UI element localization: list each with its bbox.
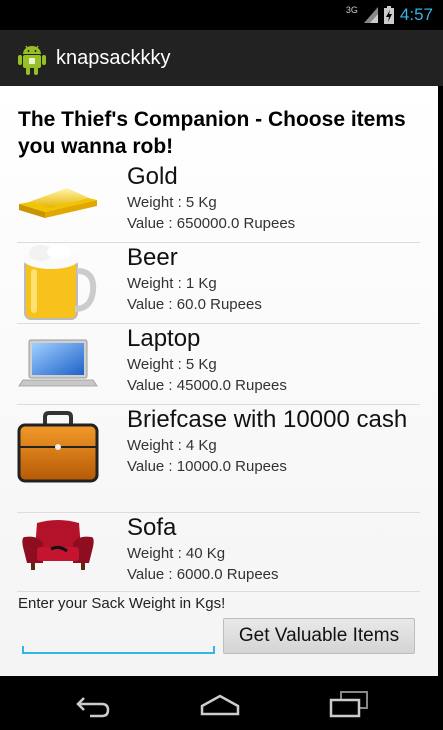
item-info: Sofa Weight : 40 Kg Value : 6000.0 Rupee… [127, 513, 412, 585]
app-title: knapsackkky [56, 47, 171, 69]
home-icon[interactable] [198, 690, 242, 718]
list-item-beer[interactable]: Beer Weight : 1 Kg Value : 60.0 Rupees [0, 243, 420, 324]
laptop-icon [18, 339, 98, 387]
item-name: Sofa [127, 514, 177, 541]
sack-weight-input[interactable] [22, 616, 218, 654]
page-heading: The Thief's Companion - Choose items you… [18, 108, 406, 158]
item-weight: Weight : 5 Kg [127, 194, 217, 211]
item-info: Briefcase with 10000 cash Weight : 4 Kg … [127, 405, 412, 477]
list-item-briefcase[interactable]: Briefcase with 10000 cash Weight : 4 Kg … [0, 405, 420, 513]
list-item-gold[interactable]: Gold Weight : 5 Kg Value : 650000.0 Rupe… [0, 162, 420, 243]
status-bar: 3G 4:57 [0, 0, 443, 30]
back-icon[interactable] [68, 690, 112, 718]
list-item-sofa[interactable]: Sofa Weight : 40 Kg Value : 6000.0 Rupee… [0, 513, 420, 592]
item-name: Briefcase with 10000 cash [127, 406, 408, 433]
item-value: Value : 60.0 Rupees [127, 296, 262, 313]
input-underline [22, 652, 215, 654]
gold-bar-icon [19, 188, 97, 218]
navigation-bar [0, 676, 443, 730]
android-robot-icon[interactable] [16, 42, 48, 76]
input-underline-tick [213, 646, 215, 652]
screen-edge [438, 86, 443, 676]
item-name: Beer [127, 244, 178, 271]
signal-icon [363, 7, 378, 23]
briefcase-icon [17, 411, 99, 483]
item-list: Gold Weight : 5 Kg Value : 650000.0 Rupe… [0, 162, 420, 592]
list-item-laptop[interactable]: Laptop Weight : 5 Kg Value : 45000.0 Rup… [0, 324, 420, 405]
input-underline-tick [22, 646, 24, 652]
network-type: 3G [345, 5, 358, 15]
item-value: Value : 650000.0 Rupees [127, 215, 296, 232]
item-name: Laptop [127, 325, 201, 352]
clock: 4:57 [399, 5, 433, 24]
item-weight: Weight : 5 Kg [127, 356, 217, 373]
item-value: Value : 10000.0 Rupees [127, 458, 287, 475]
item-value: Value : 6000.0 Rupees [127, 566, 279, 583]
item-weight: Weight : 4 Kg [127, 437, 217, 454]
get-valuable-items-button[interactable]: Get Valuable Items [223, 618, 415, 654]
item-info: Beer Weight : 1 Kg Value : 60.0 Rupees [127, 243, 412, 315]
item-weight: Weight : 1 Kg [127, 275, 217, 292]
recent-apps-icon[interactable] [327, 690, 371, 718]
divider [17, 591, 420, 592]
item-value: Value : 45000.0 Rupees [127, 377, 287, 394]
beer-mug-icon [23, 245, 97, 320]
item-weight: Weight : 40 Kg [127, 545, 226, 562]
item-info: Gold Weight : 5 Kg Value : 650000.0 Rupe… [127, 162, 412, 234]
main-content: The Thief's Companion - Choose items you… [0, 86, 438, 676]
sofa-icon [22, 520, 94, 570]
item-name: Gold [127, 163, 178, 190]
battery-charging-icon [383, 6, 394, 24]
sack-weight-label: Enter your Sack Weight in Kgs! [18, 595, 226, 612]
status-icons: 3G 4:57 [346, 4, 433, 26]
action-bar: knapsackkky [0, 30, 443, 86]
item-info: Laptop Weight : 5 Kg Value : 45000.0 Rup… [127, 324, 412, 396]
